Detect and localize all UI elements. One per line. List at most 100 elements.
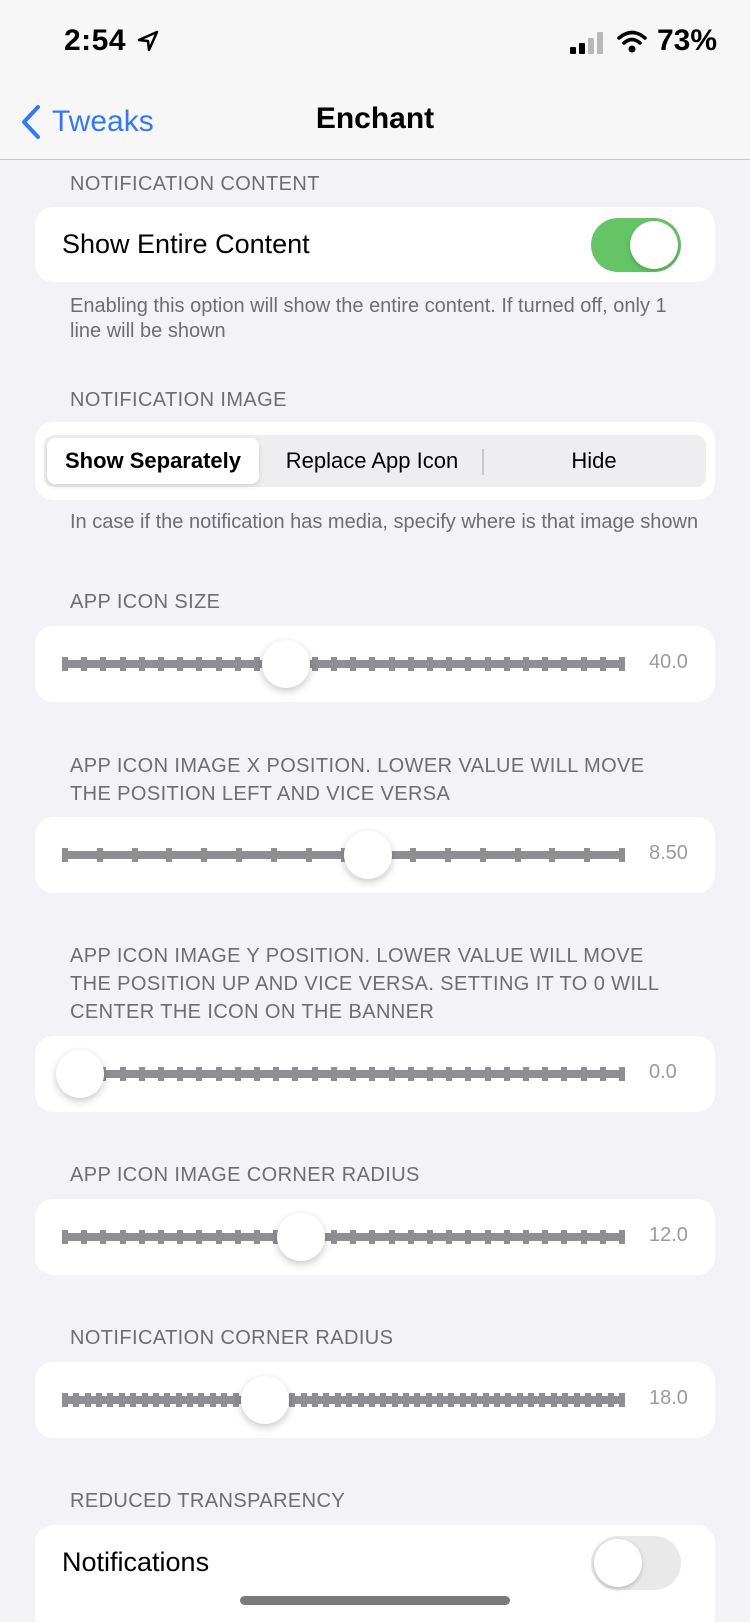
slider-tick	[236, 848, 242, 862]
slider-tick	[437, 1393, 443, 1407]
slider-tick	[600, 1230, 606, 1244]
slider-tick	[73, 1393, 79, 1407]
slider-tick	[177, 1067, 183, 1081]
slider-tick	[581, 657, 587, 671]
app-icon-y-position-slider-knob[interactable]	[56, 1050, 104, 1098]
app-icon-y-position-cell: 0.0	[35, 1036, 715, 1112]
slider-tick	[312, 657, 318, 671]
slider-tick	[158, 1230, 164, 1244]
slider-tick	[346, 1393, 352, 1407]
show-entire-content-toggle[interactable]	[591, 218, 681, 272]
slider-tick	[369, 1230, 375, 1244]
notification-corner-radius-slider-knob[interactable]	[241, 1376, 289, 1424]
slider-tick	[177, 1230, 183, 1244]
slider-tick	[139, 1067, 145, 1081]
slider-tick	[581, 1230, 587, 1244]
notification-image-footer: In case if the notification has media, s…	[70, 511, 699, 533]
slider-tick	[445, 848, 451, 862]
slider-tick	[408, 657, 414, 671]
battery-percentage: 73%	[657, 24, 718, 57]
app-icon-corner-radius-slider-knob[interactable]	[277, 1213, 325, 1261]
section-header-reduced-transparency: REDUCED TRANSPARENCY	[70, 1490, 346, 1512]
app-icon-corner-radius-slider[interactable]	[62, 1230, 625, 1244]
slider-tick	[389, 1230, 395, 1244]
slider-tick	[581, 1067, 587, 1081]
slider-tick	[176, 1393, 182, 1407]
notification-image-cell: Show Separately Replace App Icon Hide	[35, 422, 715, 500]
slider-tick	[153, 1393, 159, 1407]
segment-show-separately[interactable]: Show Separately	[47, 438, 259, 484]
slider-tick	[427, 1067, 433, 1081]
slider-tick	[446, 1067, 452, 1081]
app-icon-size-slider-knob[interactable]	[262, 640, 310, 688]
slider-tick	[235, 1230, 241, 1244]
slider-tick	[369, 1393, 375, 1407]
notifications-transparency-label: Notifications	[62, 1547, 210, 1577]
slider-tick	[494, 1393, 500, 1407]
slider-tick	[446, 657, 452, 671]
slider-tick	[254, 1067, 260, 1081]
slider-tick	[446, 1230, 452, 1244]
slider-tick	[600, 1067, 606, 1081]
slider-tick	[139, 1230, 145, 1244]
slider-tick	[504, 1067, 510, 1081]
slider-tick	[584, 848, 590, 862]
slider-tick	[81, 657, 87, 671]
slider-tick	[100, 657, 106, 671]
slider-tick	[120, 657, 126, 671]
slider-tick	[549, 848, 555, 862]
slider-tick	[235, 1067, 241, 1081]
wifi-icon	[617, 30, 647, 53]
slider-tick	[485, 1230, 491, 1244]
slider-tick	[331, 1067, 337, 1081]
slider-tick	[619, 657, 625, 671]
slider-tick	[523, 1230, 529, 1244]
slider-tick	[585, 1393, 591, 1407]
status-bar: 2:54 73%	[0, 0, 750, 86]
slider-tick	[312, 1393, 318, 1407]
section-header-notification-corner-radius: NOTIFICATION CORNER RADIUS	[70, 1327, 394, 1349]
slider-tick	[196, 1067, 202, 1081]
slider-tick	[465, 1230, 471, 1244]
slider-tick	[427, 657, 433, 671]
notification-corner-radius-value: 18.0	[649, 1387, 688, 1409]
app-icon-x-position-slider-knob[interactable]	[344, 831, 392, 879]
slider-tick	[130, 1393, 136, 1407]
slider-tick	[448, 1393, 454, 1407]
section-header-notification-content: NOTIFICATION CONTENT	[70, 173, 320, 195]
slider-tick	[369, 657, 375, 671]
slider-tick	[62, 657, 68, 671]
app-icon-x-position-value: 8.50	[649, 842, 688, 864]
notification-corner-radius-slider[interactable]	[62, 1393, 625, 1407]
slider-tick	[196, 1230, 202, 1244]
slider-tick	[561, 1067, 567, 1081]
segment-replace-app-icon[interactable]: Replace App Icon	[262, 438, 482, 484]
slider-tick	[139, 657, 145, 671]
slider-tick	[216, 1067, 222, 1081]
slider-tick	[426, 1393, 432, 1407]
toggle-knob	[630, 221, 678, 269]
slider-tick	[331, 1230, 337, 1244]
show-entire-content-cell: Show Entire Content	[35, 207, 715, 282]
slider-tick	[403, 1393, 409, 1407]
slider-tick	[561, 657, 567, 671]
slider-tick	[216, 1230, 222, 1244]
slider-tick	[408, 1230, 414, 1244]
section-header-app-icon-x-position: APP ICON IMAGE X POSITION. LOWER VALUE W…	[70, 755, 645, 805]
slider-tick	[392, 1393, 398, 1407]
notifications-transparency-toggle[interactable]	[591, 1536, 681, 1590]
slider-tick	[81, 1230, 87, 1244]
slider-tick	[233, 1393, 239, 1407]
app-icon-y-position-slider[interactable]	[62, 1067, 625, 1081]
slider-tick	[254, 657, 260, 671]
section-header-notification-image: NOTIFICATION IMAGE	[70, 389, 287, 411]
home-indicator	[240, 1596, 510, 1605]
slider-tick	[100, 1230, 106, 1244]
app-icon-size-slider[interactable]	[62, 657, 625, 671]
slider-tick	[608, 1393, 614, 1407]
slider-tick	[414, 1393, 420, 1407]
segment-hide[interactable]: Hide	[485, 438, 703, 484]
slider-tick	[389, 1067, 395, 1081]
slider-tick	[619, 1230, 625, 1244]
slider-tick	[198, 1393, 204, 1407]
